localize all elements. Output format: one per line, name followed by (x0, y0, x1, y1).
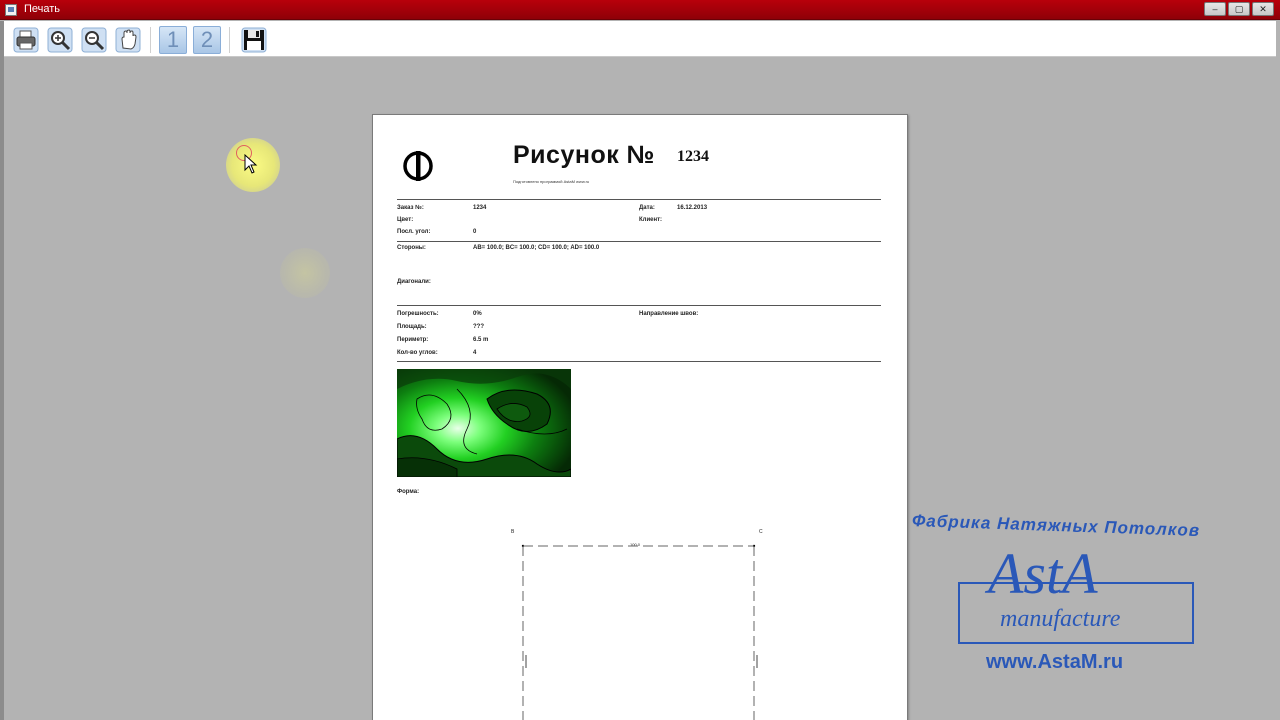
app-icon (5, 4, 17, 16)
print-preview-page: Рисунок № 1234 Подготовлено программой A… (372, 114, 908, 720)
document-subtitle: Подготовлено программой AstaM www.ru (513, 179, 590, 184)
zoom-in-button[interactable] (46, 26, 74, 54)
close-button[interactable]: ✕ (1252, 2, 1274, 16)
order-label: Заказ №: (397, 205, 424, 211)
cursor-trail-highlight (280, 248, 330, 298)
shape-label: Форма: (397, 489, 420, 495)
mouse-cursor-icon (244, 154, 258, 174)
window-controls: – ▢ ✕ (1204, 2, 1274, 16)
watermark-subtitle: manufacture (1000, 606, 1121, 632)
title-bar: Печать – ▢ ✕ (0, 0, 1280, 20)
divider (397, 241, 881, 242)
divider (397, 305, 881, 306)
minimize-button[interactable]: – (1204, 2, 1226, 16)
zoom-out-button[interactable] (80, 26, 108, 54)
zoom-out-icon (81, 27, 107, 53)
document-number: 1234 (677, 148, 709, 165)
save-button[interactable] (240, 26, 268, 54)
corners-label: Кол-во углов: (397, 350, 438, 356)
floppy-disk-icon (241, 27, 267, 53)
divider (397, 199, 881, 200)
window-title: Печать (24, 3, 61, 15)
perimeter-value: 6.5 m (473, 337, 489, 343)
toolbar-separator (150, 27, 151, 53)
area-value: ??? (473, 324, 484, 330)
maximize-button[interactable]: ▢ (1228, 2, 1250, 16)
divider (397, 361, 881, 362)
print-button[interactable] (12, 26, 40, 54)
printer-icon (13, 27, 39, 53)
area-label: Площадь: (397, 324, 427, 330)
toolbar: 1 2 (4, 21, 1276, 57)
document-title: Рисунок № (513, 141, 656, 169)
corners-value: 4 (473, 350, 477, 356)
left-border (0, 21, 4, 720)
watermark-brand: AstA (988, 541, 1098, 606)
error-value: 0% (473, 311, 482, 317)
perimeter-label: Периметр: (397, 337, 429, 343)
watermark-url: www.AstaM.ru (986, 651, 1124, 673)
seam-direction-label: Направление швов: (639, 311, 699, 317)
zoom-in-icon (47, 27, 73, 53)
date-value: 16.12.2013 (677, 205, 708, 211)
sides-label: Стороны: (397, 245, 426, 251)
page-two-button[interactable]: 2 (193, 26, 221, 54)
hand-icon (115, 27, 141, 53)
color-label: Цвет: (397, 217, 414, 223)
sides-value: AB= 100.0; BC= 100.0; CD= 100.0; AD= 100… (473, 245, 600, 251)
company-logo-icon (403, 151, 433, 181)
last-angle-value: 0 (473, 229, 477, 235)
diagonals-label: Диагонали: (397, 279, 431, 285)
toolbar-separator (229, 27, 230, 53)
watermark-tagline: Фабрика Натяжных Потолков (911, 510, 1201, 541)
client-label: Клиент: (639, 217, 663, 223)
shape-drawing (521, 544, 758, 720)
pan-button[interactable] (114, 26, 142, 54)
error-label: Погрешность: (397, 311, 439, 317)
texture-image (397, 369, 571, 477)
order-value: 1234 (473, 205, 487, 211)
date-label: Дата: (639, 205, 655, 211)
last-angle-label: Посл. угол: (397, 229, 431, 235)
page-one-button[interactable]: 1 (159, 26, 187, 54)
